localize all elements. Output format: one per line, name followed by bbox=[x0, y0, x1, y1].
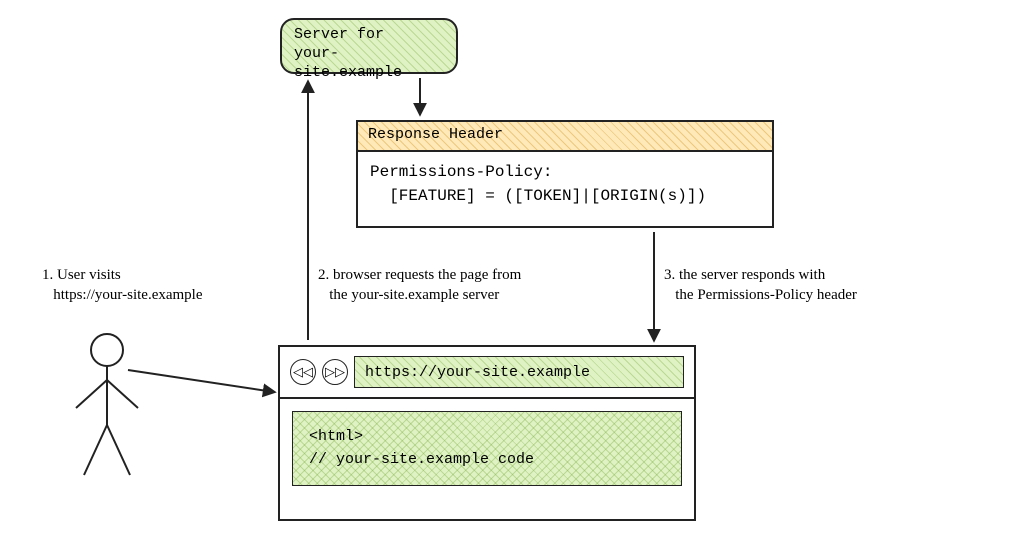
step2-line1: 2. browser requests the page from bbox=[318, 265, 618, 285]
fast-forward-icon: ▷▷ bbox=[325, 364, 345, 380]
browser-content: <html> // your-site.example code bbox=[280, 399, 694, 498]
response-header-body: Permissions-Policy: [FEATURE] = ([TOKEN]… bbox=[358, 152, 772, 216]
step3-line2: the Permissions-Policy header bbox=[664, 285, 964, 305]
back-button[interactable]: ◁◁ bbox=[290, 359, 316, 385]
caption-step-2: 2. browser requests the page from the yo… bbox=[318, 265, 618, 306]
policy-line-2: [FEATURE] = ([TOKEN]|[ORIGIN(s)]) bbox=[370, 184, 760, 208]
step2-line2: the your-site.example server bbox=[318, 285, 618, 305]
step3-line1: 3. the server responds with bbox=[664, 265, 964, 285]
browser-window: ◁◁ ▷▷ https://your-site.example <html> /… bbox=[278, 345, 696, 521]
server-label-line1: Server for bbox=[294, 26, 444, 45]
response-header-title: Response Header bbox=[358, 122, 772, 152]
step1-line2: https://your-site.example bbox=[42, 285, 272, 305]
caption-step-3: 3. the server responds with the Permissi… bbox=[664, 265, 964, 306]
policy-line-1: Permissions-Policy: bbox=[370, 160, 760, 184]
address-text: https://your-site.example bbox=[365, 364, 590, 381]
rewind-icon: ◁◁ bbox=[293, 364, 313, 380]
forward-button[interactable]: ▷▷ bbox=[322, 359, 348, 385]
server-label-line2: your-site.example bbox=[294, 45, 444, 83]
code-line-1: <html> bbox=[309, 428, 363, 445]
address-bar[interactable]: https://your-site.example bbox=[354, 356, 684, 388]
server-box: Server for your-site.example bbox=[280, 18, 458, 74]
code-box: <html> // your-site.example code bbox=[292, 411, 682, 486]
step1-line1: 1. User visits bbox=[42, 265, 272, 285]
caption-step-1: 1. User visits https://your-site.example bbox=[42, 265, 272, 306]
code-line-2: // your-site.example code bbox=[309, 451, 534, 468]
user-stick-figure bbox=[62, 330, 152, 480]
response-header-box: Response Header Permissions-Policy: [FEA… bbox=[356, 120, 774, 228]
browser-toolbar: ◁◁ ▷▷ https://your-site.example bbox=[280, 347, 694, 399]
